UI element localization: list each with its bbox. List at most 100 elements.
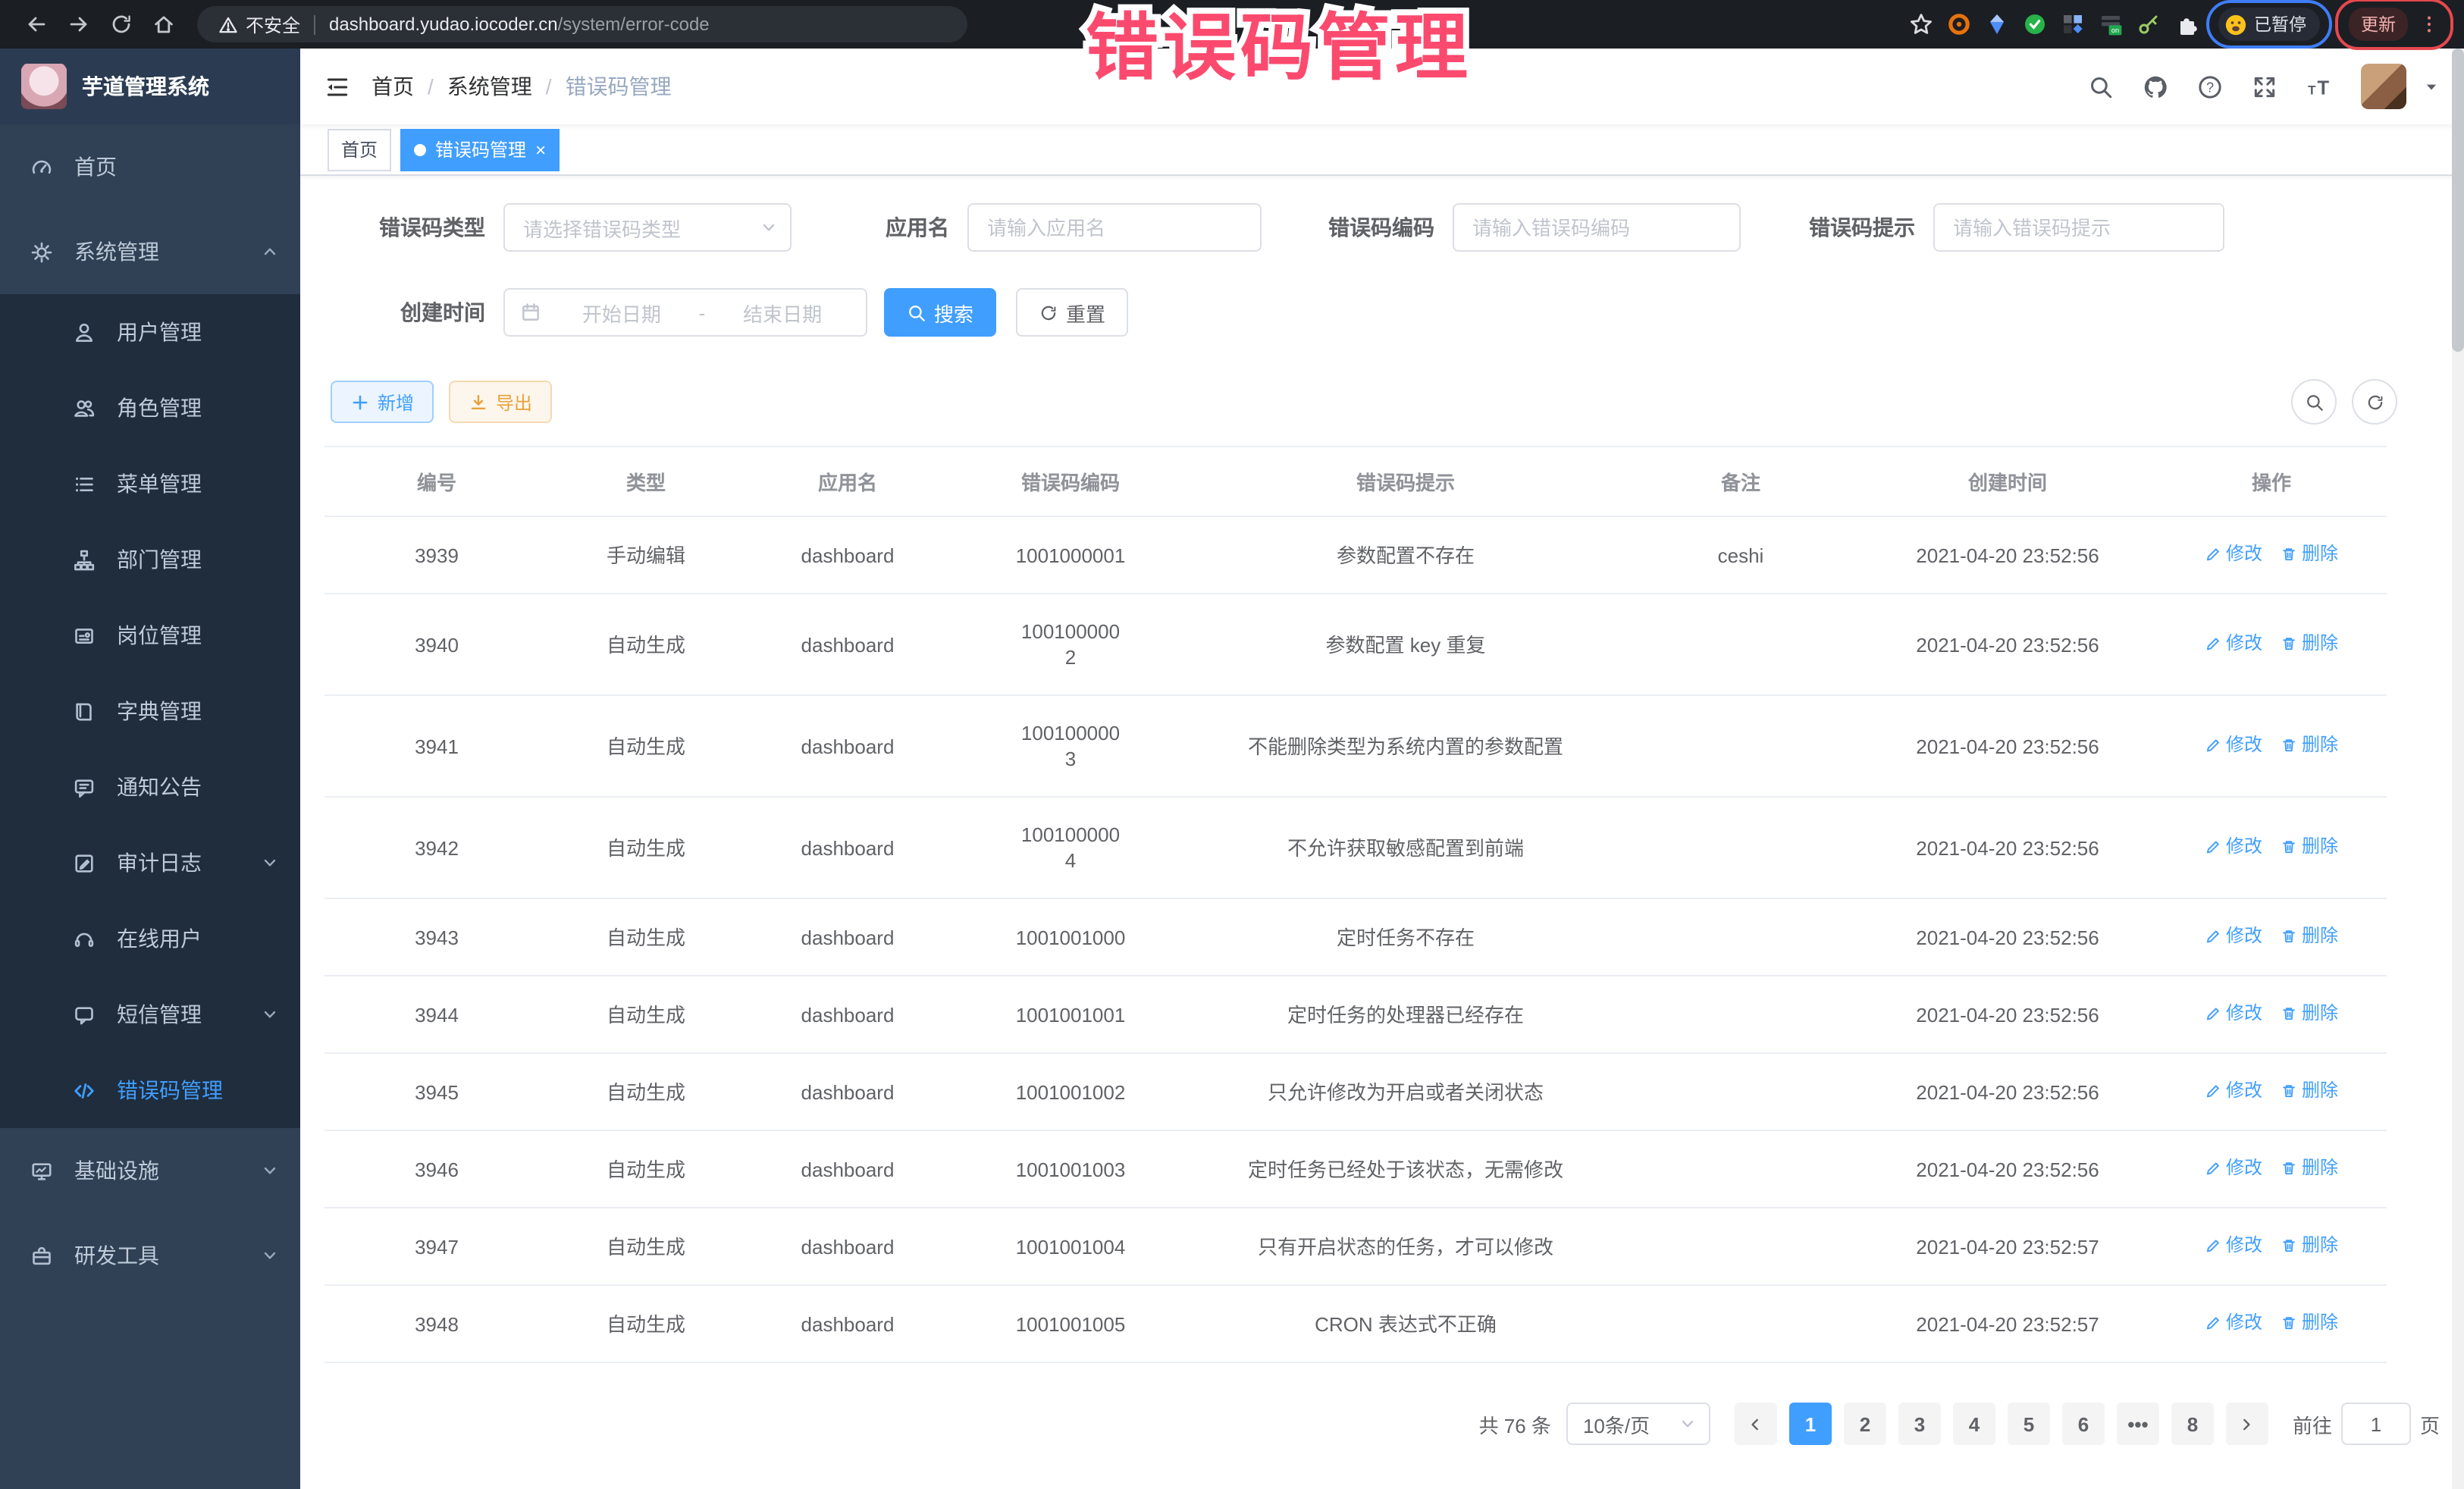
page-button-4[interactable]: 4 (1953, 1403, 1995, 1445)
extension-green-check-icon[interactable] (2022, 12, 2046, 36)
browser-scrollbar[interactable] (2452, 49, 2464, 1489)
prev-page-button[interactable] (1735, 1403, 1777, 1445)
update-button[interactable]: 更新 (2349, 8, 2408, 41)
refresh-table-button[interactable] (2352, 379, 2397, 425)
browser-home-icon[interactable] (152, 12, 176, 36)
extension-on-badge-icon[interactable]: on (2098, 12, 2122, 36)
delete-link[interactable]: 删除 (2281, 631, 2338, 657)
sidebar-item-系统管理[interactable]: 系统管理 (0, 209, 300, 294)
plus-icon (350, 392, 370, 412)
extensions-puzzle-icon[interactable] (2174, 12, 2198, 36)
search-button[interactable]: 搜索 (884, 288, 996, 337)
browser-reload-icon[interactable] (109, 12, 133, 36)
sidebar-item-基础设施[interactable]: 基础设施 (0, 1128, 300, 1213)
profile-paused-chip[interactable]: 已暂停 (2212, 5, 2326, 44)
sidebar-item-角色管理[interactable]: 角色管理 (0, 370, 300, 446)
pagination-ellipsis[interactable]: ••• (2117, 1403, 2159, 1445)
sidebar-item-菜单管理[interactable]: 菜单管理 (0, 446, 300, 522)
refresh-icon (2365, 392, 2384, 412)
delete-link[interactable]: 删除 (2281, 1155, 2338, 1181)
tab-错误码管理[interactable]: 错误码管理× (400, 128, 560, 171)
sidebar-item-部门管理[interactable]: 部门管理 (0, 522, 300, 597)
table-row: 3948自动生成dashboard1001001005CRON 表达式不正确20… (324, 1285, 2387, 1362)
delete-link[interactable]: 删除 (2281, 541, 2338, 567)
browser-address-bar[interactable]: 不安全 dashboard.yudao.iocoder.cn/system/er… (197, 6, 967, 42)
goto-page-input[interactable] (2343, 1404, 2409, 1444)
sidebar-item-首页[interactable]: 首页 (0, 124, 300, 209)
edit-link[interactable]: 修改 (2205, 1155, 2262, 1181)
cell-remark (1622, 695, 1859, 797)
help-question-icon[interactable]: ? (2197, 74, 2223, 99)
show-search-button[interactable] (2291, 379, 2337, 425)
extension-grid-icon[interactable] (2060, 12, 2084, 36)
font-size-icon[interactable]: TT (2306, 74, 2332, 99)
sidebar-item-通知公告[interactable]: 通知公告 (0, 749, 300, 825)
filter-date-label: 创建时间 (370, 297, 503, 328)
fullscreen-icon[interactable] (2252, 74, 2277, 99)
app-name-input[interactable] (969, 205, 1260, 250)
page-button-2[interactable]: 2 (1844, 1403, 1886, 1445)
edit-link[interactable]: 修改 (2205, 923, 2262, 949)
sidebar-toggle-icon[interactable] (324, 74, 350, 99)
error-message-input[interactable] (1935, 205, 2223, 250)
user-avatar[interactable] (2361, 64, 2406, 109)
extension-orange-icon[interactable] (1946, 12, 1970, 36)
sidebar-item-错误码管理[interactable]: 错误码管理 (0, 1052, 300, 1128)
edit-pencil-icon (2205, 635, 2221, 652)
breadcrumb-home[interactable]: 首页 (371, 71, 414, 102)
cell-message: 参数配置不存在 (1189, 516, 1622, 594)
avatar-caret-down-icon[interactable] (2423, 78, 2440, 95)
page-button-6[interactable]: 6 (2062, 1403, 2105, 1445)
error-type-select[interactable]: 请选择错误码类型 (503, 203, 792, 252)
extension-gem-icon[interactable] (1984, 12, 2008, 36)
edit-link[interactable]: 修改 (2205, 1233, 2262, 1259)
close-tab-icon[interactable]: × (535, 140, 546, 158)
app-logo[interactable]: 芋道管理系统 (0, 49, 300, 124)
sidebar-item-研发工具[interactable]: 研发工具 (0, 1213, 300, 1298)
edit-link[interactable]: 修改 (2205, 541, 2262, 567)
sidebar-item-字典管理[interactable]: 字典管理 (0, 673, 300, 749)
scrollbar-thumb[interactable] (2452, 49, 2464, 352)
edit-link[interactable]: 修改 (2205, 1078, 2262, 1104)
browser-forward-icon[interactable] (67, 12, 91, 36)
edit-link[interactable]: 修改 (2205, 1310, 2262, 1336)
edit-link[interactable]: 修改 (2205, 631, 2262, 657)
browser-menu-kebab-icon[interactable] (2419, 14, 2440, 35)
cell-code: 1001001005 (952, 1285, 1189, 1362)
reset-button[interactable]: 重置 (1016, 288, 1128, 337)
page-button-3[interactable]: 3 (1898, 1403, 1941, 1445)
sidebar-item-审计日志[interactable]: 审计日志 (0, 825, 300, 901)
edit-link[interactable]: 修改 (2205, 1001, 2262, 1027)
delete-link[interactable]: 删除 (2281, 1310, 2338, 1336)
error-code-input[interactable] (1454, 205, 1739, 250)
trash-icon (2281, 1315, 2297, 1331)
sidebar-item-用户管理[interactable]: 用户管理 (0, 294, 300, 370)
export-button[interactable]: 导出 (449, 381, 552, 423)
add-button[interactable]: 新增 (331, 381, 434, 423)
page-button-8[interactable]: 8 (2171, 1403, 2214, 1445)
github-icon[interactable] (2143, 74, 2168, 99)
date-range-picker[interactable]: 开始日期 - 结束日期 (503, 288, 867, 337)
tab-首页[interactable]: 首页 (328, 128, 391, 171)
next-page-button[interactable] (2226, 1403, 2268, 1445)
delete-link[interactable]: 删除 (2281, 834, 2338, 860)
delete-link[interactable]: 删除 (2281, 1078, 2338, 1104)
extension-key-icon[interactable] (2136, 12, 2160, 36)
bookmark-star-icon[interactable] (1908, 12, 1933, 36)
browser-back-icon[interactable] (24, 12, 49, 36)
page-size-select[interactable]: 10条/页 (1566, 1403, 1710, 1445)
delete-link[interactable]: 删除 (2281, 923, 2338, 949)
edit-link[interactable]: 修改 (2205, 732, 2262, 758)
sidebar-item-在线用户[interactable]: 在线用户 (0, 901, 300, 976)
page-button-5[interactable]: 5 (2008, 1403, 2050, 1445)
delete-link[interactable]: 删除 (2281, 1233, 2338, 1259)
page-button-1[interactable]: 1 (1789, 1403, 1832, 1445)
sidebar-item-短信管理[interactable]: 短信管理 (0, 976, 300, 1052)
edit-link[interactable]: 修改 (2205, 834, 2262, 860)
sidebar-item-岗位管理[interactable]: 岗位管理 (0, 597, 300, 673)
delete-link[interactable]: 删除 (2281, 732, 2338, 758)
delete-link[interactable]: 删除 (2281, 1001, 2338, 1027)
breadcrumb-system[interactable]: 系统管理 (447, 71, 532, 102)
cell-message: 定时任务的处理器已经存在 (1189, 976, 1622, 1053)
header-search-icon[interactable] (2088, 74, 2114, 99)
